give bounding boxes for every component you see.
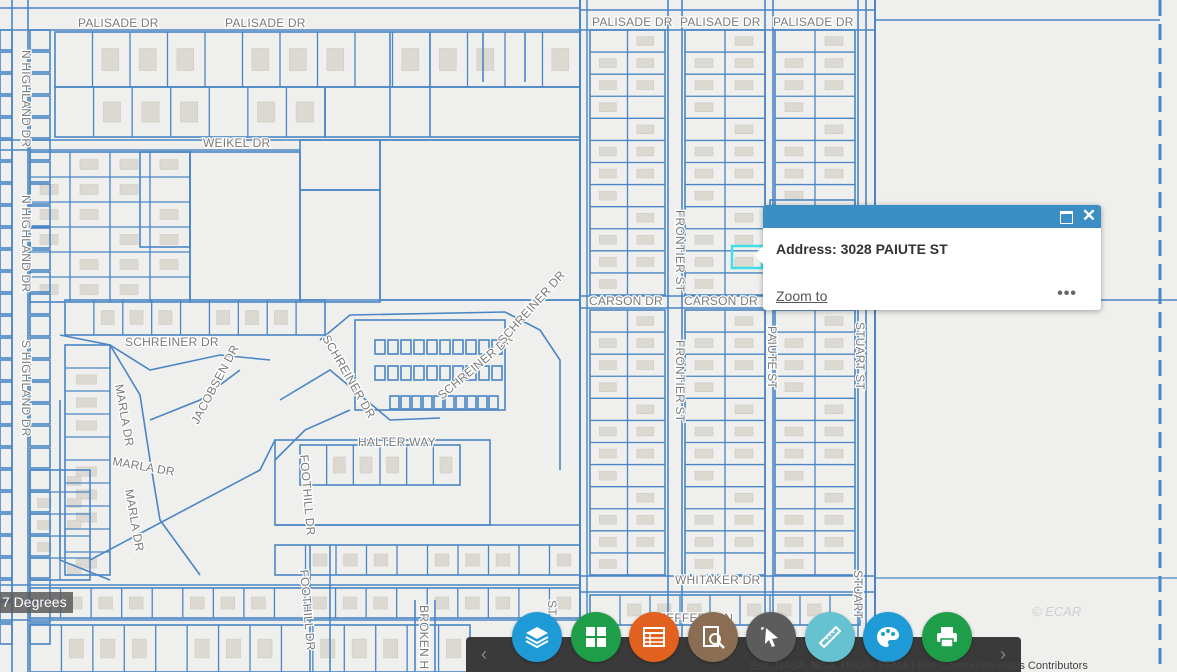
layers-button[interactable]	[512, 612, 562, 662]
street-label: SCHREINER DR	[495, 268, 568, 347]
street-label: FRONTIER ST	[673, 210, 687, 293]
street-label: CARSON DR	[684, 294, 758, 308]
more-options-icon[interactable]: •••	[1057, 285, 1077, 303]
basemap-gallery-icon	[585, 627, 606, 647]
search-query-icon	[702, 626, 725, 649]
street-label: N HIGHLAND DR	[19, 50, 33, 147]
measure-button[interactable]	[804, 612, 855, 662]
draw-palette-button[interactable]	[863, 612, 913, 662]
draw-palette-icon	[877, 627, 899, 647]
attribute-table-icon	[643, 627, 665, 647]
street-label: WEIKEL DR	[203, 136, 271, 150]
street-label: PALISADE DR	[225, 16, 306, 30]
address-label: Address:	[776, 241, 837, 257]
street-label: S HIGHLAND DR	[19, 340, 33, 437]
select-icon	[761, 627, 778, 647]
attribute-table-button[interactable]	[629, 612, 679, 662]
street-label: MARLA DR	[122, 488, 147, 553]
street-label: PALISADE DR	[592, 15, 673, 29]
zoom-to-link[interactable]: Zoom to	[776, 288, 827, 304]
watermark: © ECAR	[1032, 604, 1082, 619]
street-label: MARLA DR	[112, 383, 137, 448]
popup-pointer	[754, 245, 764, 265]
street-label: FOOTHILL DR	[297, 569, 318, 651]
map-view[interactable]: PALISADE DR PALISADE DR PALISADE DR PALISAD…	[0, 0, 1177, 672]
parcel-map[interactable]: PALISADE DR PALISADE DR PALISADE DR PALISAD…	[0, 0, 1177, 672]
street-label: MARLA DR	[111, 454, 176, 479]
search-query-button[interactable]	[687, 612, 738, 662]
street-label: BROKEN H	[417, 605, 431, 669]
address-value: 3028 PAIUTE ST	[840, 241, 948, 257]
street-label: SCHREINER DR	[125, 335, 219, 349]
rotation-badge: 7 Degrees	[0, 592, 73, 613]
print-icon	[936, 627, 957, 648]
street-label: N HIGHLAND DR	[19, 195, 33, 292]
close-icon[interactable]: ✕	[1081, 207, 1097, 224]
popup-header: ✕	[763, 205, 1101, 228]
popup-address: Address: 3028 PAIUTE ST	[776, 241, 948, 257]
street-label: SCHREINER DR	[319, 333, 378, 421]
basemap-gallery-button[interactable]	[570, 612, 621, 662]
street-label: JACOBSEN DR	[188, 342, 242, 426]
select-button[interactable]	[746, 612, 796, 662]
street-label: PALISADE DR	[680, 15, 761, 29]
street-label: PALISADE DR	[773, 15, 854, 29]
print-button[interactable]	[921, 612, 972, 662]
maximize-icon[interactable]	[1058, 208, 1074, 224]
street-label: STUART ST	[853, 322, 867, 391]
street-label: CARSON DR	[589, 294, 663, 308]
chevron-left-icon[interactable]: ‹	[474, 643, 494, 665]
street-label: PALISADE DR	[78, 16, 159, 30]
street-label: HALTER WAY	[358, 435, 436, 449]
street-label: FOOTHILL DR	[297, 454, 318, 536]
map-attribution: Esri, NASA, NGA, USGS, FEMA | Esri Commu…	[750, 660, 1088, 672]
street-label: STUART	[851, 570, 865, 619]
street-label: FRONTIER ST	[673, 340, 687, 423]
layers-icon	[525, 627, 549, 649]
measure-icon	[818, 625, 841, 649]
street-label: WHITAKER DR	[675, 573, 760, 587]
street-label: PAIUTE ST	[765, 326, 779, 389]
info-popup: ✕ Address: 3028 PAIUTE ST Zoom to •••	[754, 205, 1101, 310]
